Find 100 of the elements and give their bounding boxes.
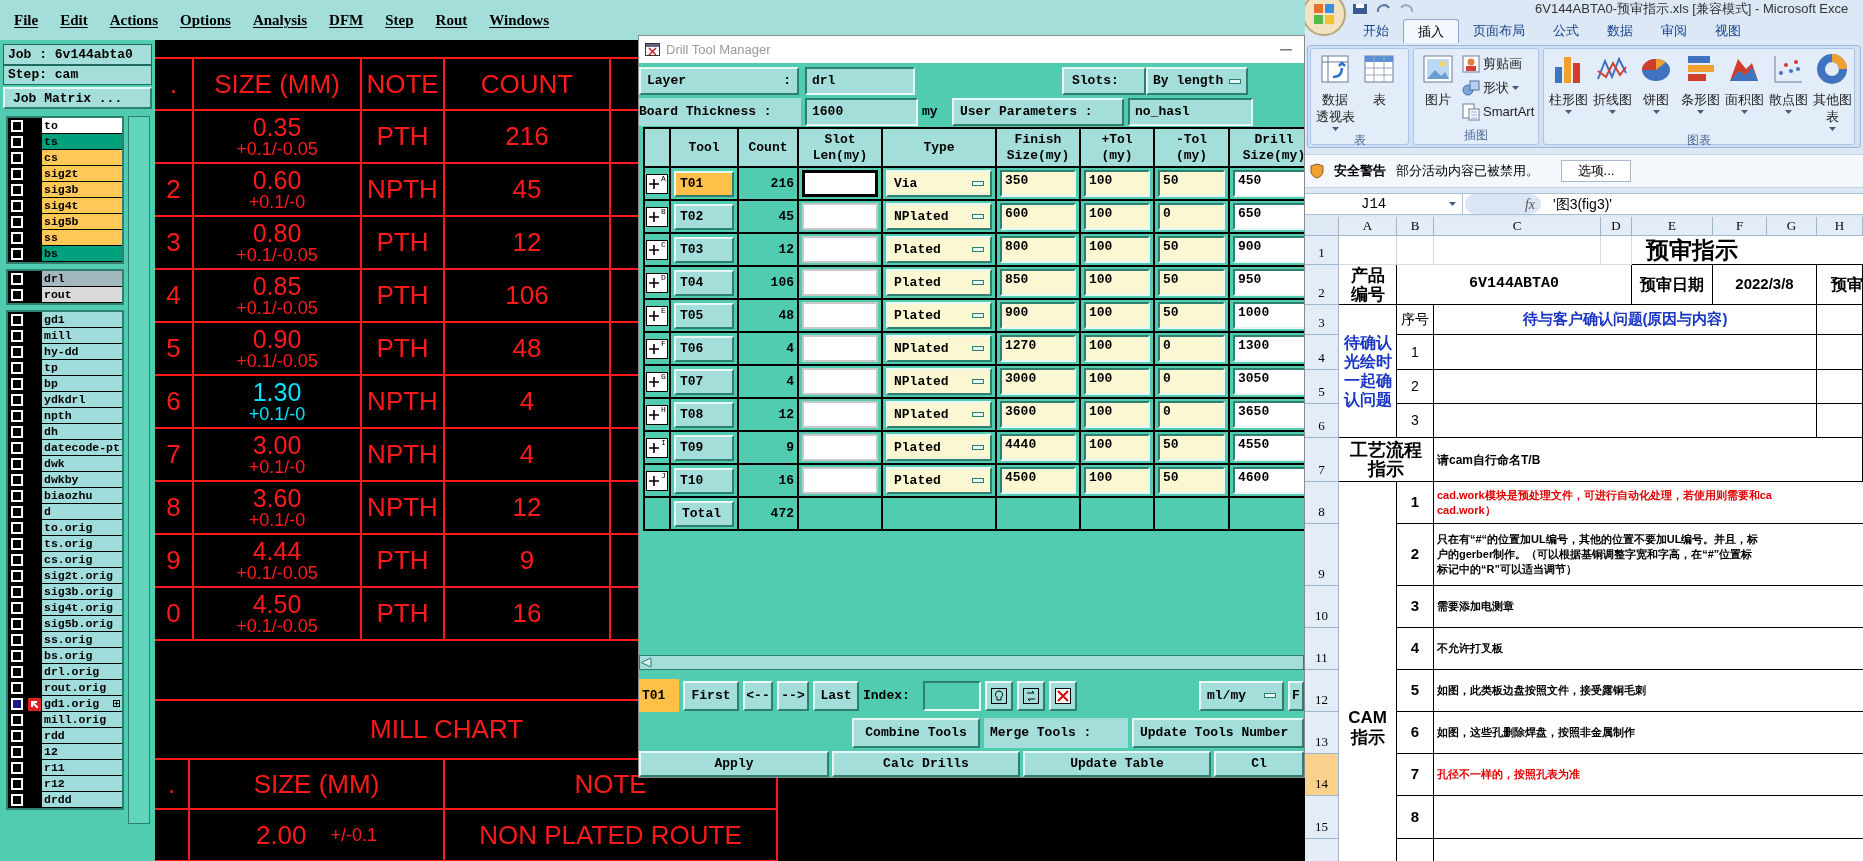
- input-field[interactable]: 100: [1084, 269, 1150, 296]
- layer-item[interactable]: biaozhu: [42, 488, 122, 504]
- ribbon-button[interactable]: 剪贴画: [1462, 53, 1535, 75]
- ribbon-button[interactable]: 图片: [1418, 53, 1458, 108]
- layer-item[interactable]: ydkdrl: [42, 392, 122, 408]
- layer-item[interactable]: tp: [42, 360, 122, 376]
- input-field[interactable]: 0: [1158, 203, 1225, 230]
- input-field[interactable]: 600: [1000, 203, 1076, 230]
- ribbon-tab[interactable]: 审阅: [1647, 19, 1701, 43]
- layer-item[interactable]: to.orig: [42, 520, 122, 536]
- column-header[interactable]: H: [1817, 217, 1863, 236]
- menu-item[interactable]: Actions: [109, 8, 158, 32]
- expand-button[interactable]: A: [646, 173, 668, 194]
- ribbon-tab[interactable]: 开始: [1349, 19, 1403, 43]
- expand-button[interactable]: F: [646, 338, 668, 359]
- layer-item[interactable]: ss.orig: [42, 632, 122, 648]
- menu-item[interactable]: File: [14, 8, 39, 32]
- layer-checkbox[interactable]: [11, 136, 23, 148]
- input-field[interactable]: 3050: [1233, 368, 1304, 395]
- layer-item[interactable]: ts: [42, 134, 122, 150]
- input-field[interactable]: 100: [1084, 434, 1150, 461]
- tool-button[interactable]: T01: [674, 170, 734, 197]
- layer-checkbox[interactable]: [11, 248, 23, 260]
- expand-button[interactable]: I: [646, 437, 668, 458]
- layer-item[interactable]: sig4t: [42, 198, 122, 214]
- layer-item[interactable]: sig2t: [42, 166, 122, 182]
- action-button[interactable]: Update Table: [1023, 751, 1211, 777]
- user-parameters-button[interactable]: User Parameters :: [952, 97, 1124, 126]
- layer-item[interactable]: sig4t.orig: [42, 600, 122, 616]
- layer-checkbox[interactable]: [11, 474, 23, 486]
- row-header[interactable]: 1: [1305, 236, 1339, 265]
- layer-item[interactable]: r12: [42, 776, 122, 792]
- input-field[interactable]: 100: [1084, 236, 1150, 263]
- menu-item[interactable]: Analysis: [252, 8, 308, 32]
- layer-item[interactable]: dwk: [42, 456, 122, 472]
- action-button[interactable]: Calc Drills: [832, 751, 1020, 777]
- input-field[interactable]: 4500: [1000, 467, 1076, 494]
- ribbon-tab[interactable]: 视图: [1701, 19, 1755, 43]
- input-field[interactable]: 100: [1084, 302, 1150, 329]
- expand-button[interactable]: J: [646, 470, 668, 491]
- layer-item[interactable]: ts.orig: [42, 536, 122, 552]
- expand-button[interactable]: H: [646, 404, 668, 425]
- layer-item[interactable]: ss: [42, 230, 122, 246]
- layer-checkbox[interactable]: [11, 650, 23, 662]
- combine-tools-button[interactable]: Combine Tools: [852, 718, 980, 748]
- job-matrix-button[interactable]: Job Matrix ...: [3, 87, 152, 109]
- office-button[interactable]: [1305, 0, 1346, 36]
- tool-button[interactable]: T06: [674, 335, 734, 362]
- column-header[interactable]: G: [1767, 217, 1817, 236]
- input-field[interactable]: 850: [1000, 269, 1076, 296]
- input-field[interactable]: 50: [1158, 170, 1225, 197]
- row-header[interactable]: 5: [1305, 370, 1339, 404]
- layer-checkbox[interactable]: [11, 698, 23, 710]
- ribbon-tab[interactable]: 页面布局: [1459, 19, 1539, 43]
- layer-item[interactable]: r11: [42, 760, 122, 776]
- layer-checkbox[interactable]: [11, 394, 23, 406]
- ribbon-tab[interactable]: 插入: [1403, 19, 1459, 43]
- tool-button[interactable]: T09: [674, 434, 734, 461]
- layer-checkbox[interactable]: [11, 714, 23, 726]
- ribbon-button[interactable]: 柱形图: [1548, 53, 1588, 114]
- ribbon-button[interactable]: 数据 透视表: [1315, 53, 1355, 131]
- layer-checkbox[interactable]: [11, 289, 23, 301]
- layer-checkbox[interactable]: [11, 586, 23, 598]
- input-field[interactable]: 3650: [1233, 401, 1304, 428]
- layer-checkbox[interactable]: [11, 216, 23, 228]
- input-field[interactable]: drl: [805, 67, 915, 95]
- layer-checkbox[interactable]: [11, 273, 23, 285]
- layer-checkbox[interactable]: [11, 168, 23, 180]
- input-field[interactable]: 100: [1084, 170, 1150, 197]
- column-header[interactable]: A: [1339, 217, 1397, 236]
- row-header[interactable]: 15: [1305, 796, 1339, 839]
- menu-item[interactable]: Edit: [60, 8, 88, 32]
- layer-checkbox[interactable]: [11, 602, 23, 614]
- action-button[interactable]: Cl: [1214, 751, 1304, 777]
- row-header[interactable]: 4: [1305, 335, 1339, 370]
- tool-button[interactable]: T10: [674, 467, 734, 494]
- dropdown[interactable]: By length: [1146, 67, 1248, 95]
- layer-checkbox[interactable]: [11, 346, 23, 358]
- expand-button[interactable]: D: [646, 272, 668, 293]
- type-dropdown[interactable]: NPlated: [886, 401, 992, 428]
- layer-checkbox[interactable]: [11, 538, 23, 550]
- layer-checkbox[interactable]: [11, 410, 23, 422]
- nav-button[interactable]: First: [683, 680, 739, 711]
- ribbon-button[interactable]: SmartArt: [1462, 101, 1535, 123]
- row-header[interactable]: 3: [1305, 305, 1339, 335]
- layer-checkbox[interactable]: [11, 682, 23, 694]
- units-dropdown[interactable]: ml/my: [1199, 680, 1284, 711]
- layer-checkbox[interactable]: [11, 314, 23, 326]
- cut-off-button[interactable]: F: [1288, 680, 1304, 711]
- input-field[interactable]: 1600: [805, 97, 918, 126]
- minimize-icon[interactable]: [1280, 48, 1292, 51]
- layer-item[interactable]: dh: [42, 424, 122, 440]
- layer-item[interactable]: 12: [42, 744, 122, 760]
- options-button[interactable]: 选项...: [1561, 160, 1631, 182]
- layer-item[interactable]: rout: [42, 287, 122, 303]
- ribbon-button[interactable]: 散点图: [1768, 53, 1808, 114]
- layer-checkbox[interactable]: [11, 184, 23, 196]
- layer-item[interactable]: gd1.orig: [42, 696, 122, 712]
- input-field[interactable]: 50: [1158, 434, 1225, 461]
- ribbon-button[interactable]: 表: [1359, 53, 1399, 108]
